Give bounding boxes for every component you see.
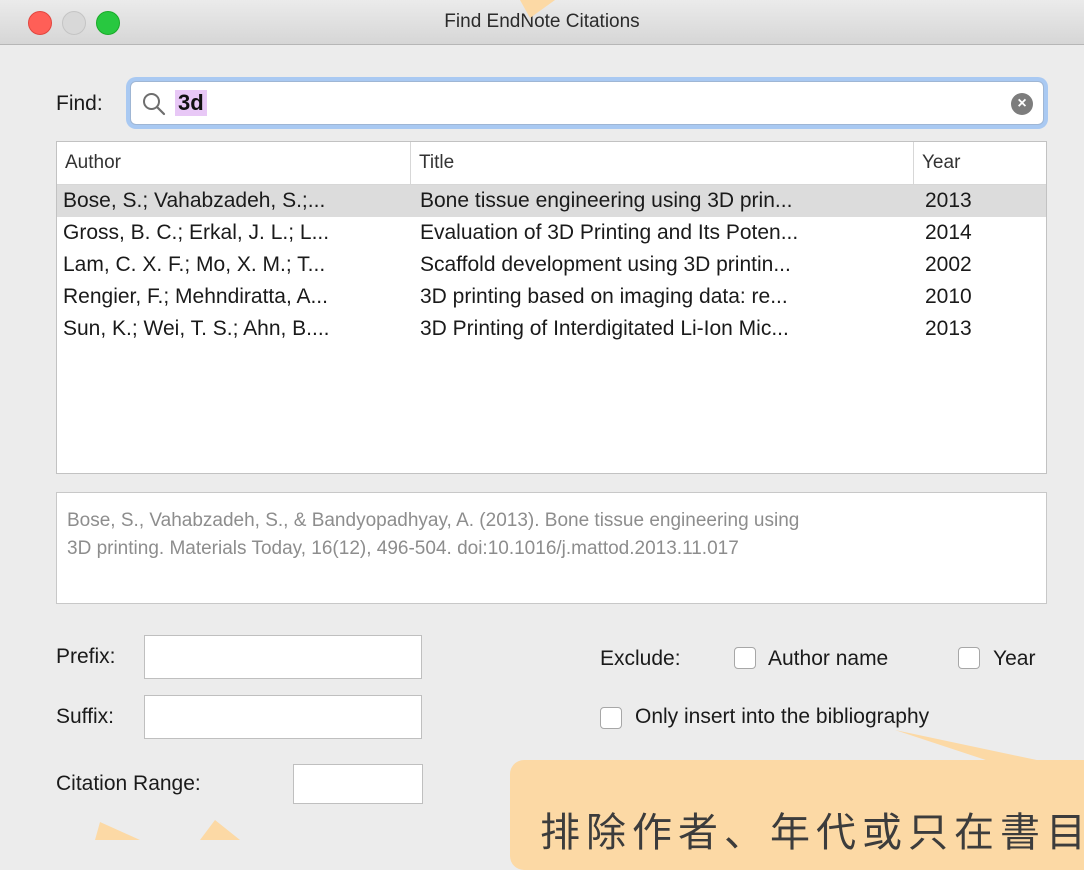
annotation-text: 排除作者、年代或只在書目 xyxy=(540,810,1084,856)
annotation-arrow-title xyxy=(520,0,555,18)
annotation-arrow-range-right xyxy=(200,820,240,840)
find-citations-window: Find EndNote Citations Find: 3d × Author… xyxy=(0,0,1084,870)
annotation-arrow-range-left xyxy=(95,822,140,840)
annotation-arrows xyxy=(95,0,1084,840)
